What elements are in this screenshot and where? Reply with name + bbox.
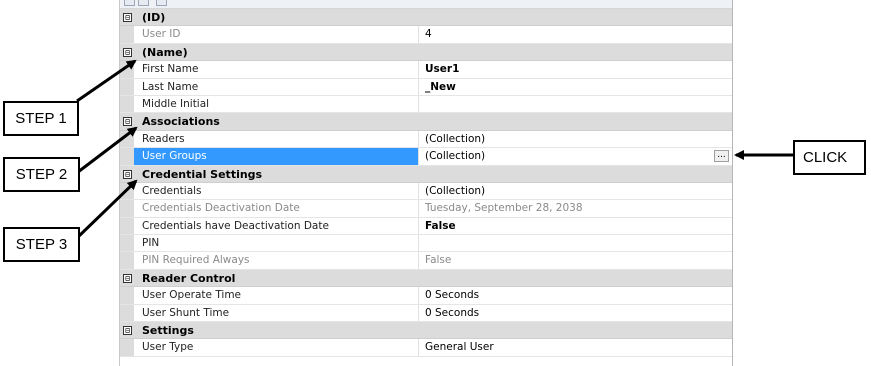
annotation-arrows: [76, 59, 793, 238]
step1-arrow: [76, 59, 137, 103]
step3-arrow: [77, 179, 138, 238]
step1-callout: STEP 1: [3, 101, 79, 136]
click-callout: CLICK: [793, 140, 866, 175]
step2-arrow: [77, 126, 138, 174]
step2-callout: STEP 2: [3, 157, 80, 192]
step3-callout: STEP 3: [3, 227, 80, 262]
